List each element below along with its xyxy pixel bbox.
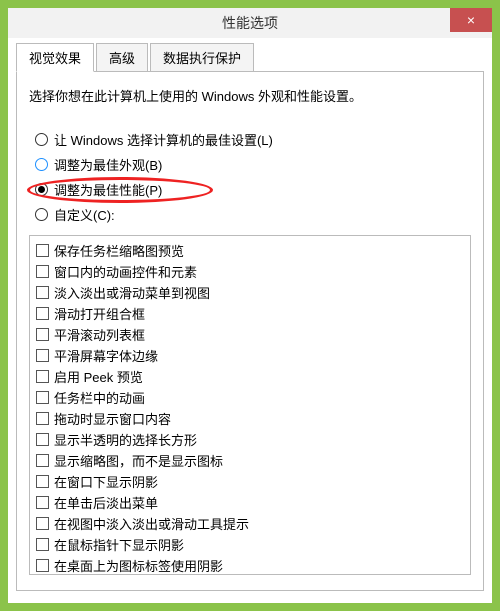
tab-label: 视觉效果 — [29, 51, 81, 66]
checkbox-icon[interactable] — [36, 370, 49, 383]
checkbox-icon[interactable] — [36, 286, 49, 299]
checkbox-icon[interactable] — [36, 349, 49, 362]
radio-label: 调整为最佳外观(B) — [54, 155, 162, 174]
window-frame: 三联网 3lian.com 性能选项 × 视觉效果 高级 数据执行保护 选择你想… — [0, 0, 500, 611]
check-label: 窗口内的动画控件和元素 — [54, 262, 197, 281]
list-item[interactable]: 任务栏中的动画 — [36, 387, 464, 408]
checkbox-icon[interactable] — [36, 517, 49, 530]
tab-visual-effects[interactable]: 视觉效果 — [16, 43, 94, 72]
tab-advanced[interactable]: 高级 — [96, 43, 148, 72]
close-icon: × — [467, 12, 475, 28]
check-label: 拖动时显示窗口内容 — [54, 409, 171, 428]
check-label: 在单击后淡出菜单 — [54, 493, 158, 512]
list-item[interactable]: 淡入淡出或滑动菜单到视图 — [36, 282, 464, 303]
radio-best-performance[interactable]: 调整为最佳性能(P) — [29, 177, 471, 202]
list-item[interactable]: 平滑滚动列表框 — [36, 324, 464, 345]
check-label: 启用 Peek 预览 — [54, 367, 143, 386]
titlebar: 性能选项 × — [8, 8, 492, 38]
window-title: 性能选项 — [222, 13, 278, 33]
list-item[interactable]: 启用 Peek 预览 — [36, 366, 464, 387]
options-checklist[interactable]: 保存任务栏缩略图预览 窗口内的动画控件和元素 淡入淡出或滑动菜单到视图 滑动打开… — [29, 235, 471, 575]
list-item[interactable]: 在桌面上为图标标签使用阴影 — [36, 555, 464, 575]
check-label: 淡入淡出或滑动菜单到视图 — [54, 283, 210, 302]
tab-panel-visual: 选择你想在此计算机上使用的 Windows 外观和性能设置。 让 Windows… — [16, 71, 484, 591]
radio-icon — [35, 158, 48, 171]
list-item[interactable]: 平滑屏幕字体边缘 — [36, 345, 464, 366]
radio-icon — [35, 208, 48, 221]
check-label: 平滑滚动列表框 — [54, 325, 145, 344]
list-item[interactable]: 滑动打开组合框 — [36, 303, 464, 324]
checkbox-icon[interactable] — [36, 496, 49, 509]
radio-label: 让 Windows 选择计算机的最佳设置(L) — [54, 130, 273, 149]
checkbox-icon[interactable] — [36, 265, 49, 278]
checkbox-icon[interactable] — [36, 433, 49, 446]
list-item[interactable]: 在窗口下显示阴影 — [36, 471, 464, 492]
radio-custom[interactable]: 自定义(C): — [29, 202, 471, 227]
radio-group-performance: 让 Windows 选择计算机的最佳设置(L) 调整为最佳外观(B) 调整为最佳… — [29, 127, 471, 227]
checkbox-icon[interactable] — [36, 454, 49, 467]
radio-let-windows[interactable]: 让 Windows 选择计算机的最佳设置(L) — [29, 127, 471, 152]
check-label: 显示半透明的选择长方形 — [54, 430, 197, 449]
checkbox-icon[interactable] — [36, 559, 49, 572]
list-item[interactable]: 在鼠标指针下显示阴影 — [36, 534, 464, 555]
tab-dep[interactable]: 数据执行保护 — [150, 43, 254, 72]
check-label: 在桌面上为图标标签使用阴影 — [54, 556, 223, 575]
list-item[interactable]: 显示缩略图，而不是显示图标 — [36, 450, 464, 471]
radio-best-appearance[interactable]: 调整为最佳外观(B) — [29, 152, 471, 177]
check-label: 在窗口下显示阴影 — [54, 472, 158, 491]
check-label: 在视图中淡入淡出或滑动工具提示 — [54, 514, 249, 533]
tab-label: 高级 — [109, 51, 135, 66]
check-label: 滑动打开组合框 — [54, 304, 145, 323]
checkbox-icon[interactable] — [36, 328, 49, 341]
check-label: 在鼠标指针下显示阴影 — [54, 535, 184, 554]
radio-icon — [35, 183, 48, 196]
checkbox-icon[interactable] — [36, 412, 49, 425]
client-area: 视觉效果 高级 数据执行保护 选择你想在此计算机上使用的 Windows 外观和… — [8, 38, 492, 599]
panel-description: 选择你想在此计算机上使用的 Windows 外观和性能设置。 — [29, 86, 471, 105]
radio-label: 调整为最佳性能(P) — [54, 180, 162, 199]
check-label: 平滑屏幕字体边缘 — [54, 346, 158, 365]
check-label: 显示缩略图，而不是显示图标 — [54, 451, 223, 470]
list-item[interactable]: 保存任务栏缩略图预览 — [36, 240, 464, 261]
checkbox-icon[interactable] — [36, 475, 49, 488]
tab-strip: 视觉效果 高级 数据执行保护 — [16, 43, 484, 72]
list-item[interactable]: 在视图中淡入淡出或滑动工具提示 — [36, 513, 464, 534]
check-label: 任务栏中的动画 — [54, 388, 145, 407]
list-item[interactable]: 窗口内的动画控件和元素 — [36, 261, 464, 282]
checkbox-icon[interactable] — [36, 538, 49, 551]
radio-label: 自定义(C): — [54, 205, 115, 224]
tab-label: 数据执行保护 — [163, 51, 241, 66]
list-item[interactable]: 拖动时显示窗口内容 — [36, 408, 464, 429]
radio-icon — [35, 133, 48, 146]
check-label: 保存任务栏缩略图预览 — [54, 241, 184, 260]
list-item[interactable]: 显示半透明的选择长方形 — [36, 429, 464, 450]
list-item[interactable]: 在单击后淡出菜单 — [36, 492, 464, 513]
checkbox-icon[interactable] — [36, 244, 49, 257]
checkbox-icon[interactable] — [36, 391, 49, 404]
checkbox-icon[interactable] — [36, 307, 49, 320]
close-button[interactable]: × — [450, 8, 492, 32]
